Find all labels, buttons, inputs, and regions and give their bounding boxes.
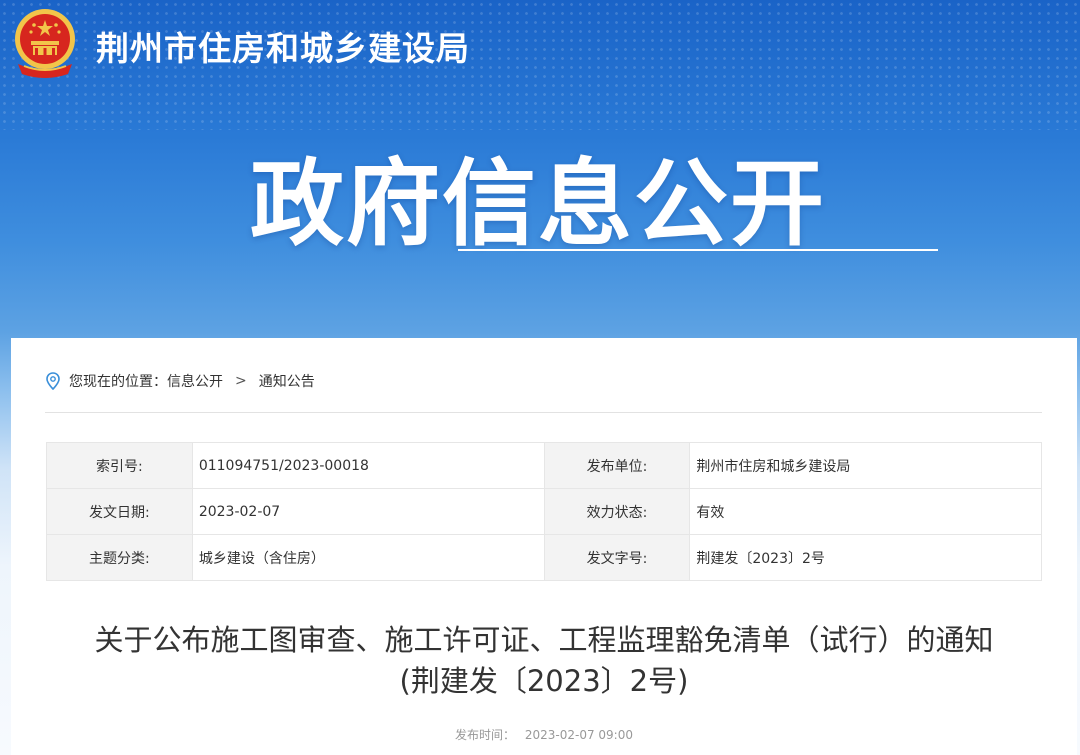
meta-key: 发布单位: [543,442,691,489]
publish-info: 发布时间： 2023-02-07 09:00 [11,726,1077,743]
document-meta-table: 索引号: 011094751/2023-00018 发布单位: 荆州市住房和城乡… [46,442,1042,581]
meta-value: 2023-02-07 [191,488,545,535]
location-pin-icon [46,372,60,390]
breadcrumb-item-info-public[interactable]: 信息公开 [167,371,223,391]
breadcrumb-item-notices[interactable]: 通知公告 [259,371,315,391]
article-title-line1: 关于公布施工图审查、施工许可证、工程监理豁免清单（试行）的通知 [94,623,994,657]
meta-value: 011094751/2023-00018 [191,442,545,489]
national-emblem-icon [15,9,75,78]
meta-key: 主题分类: [46,534,193,581]
article-title-line2: (荆建发〔2023〕2号) [399,664,689,698]
table-row: 主题分类: 城乡建设（含住房） 发文字号: 荆建发〔2023〕2号 [46,534,1042,581]
breadcrumb-divider [45,412,1042,413]
article-title: 关于公布施工图审查、施工许可证、工程监理豁免清单（试行）的通知 (荆建发〔202… [11,620,1077,702]
breadcrumb-separator: > [235,373,247,389]
meta-key: 索引号: [46,442,193,489]
meta-key: 效力状态: [543,488,691,535]
table-row: 索引号: 011094751/2023-00018 发布单位: 荆州市住房和城乡… [46,442,1042,489]
hero-title: 政府信息公开 [250,150,827,259]
breadcrumb-prefix: 您现在的位置： [69,374,167,390]
content-panel: 您现在的位置： 信息公开 > 通知公告 索引号: 011094751/2023-… [11,338,1077,755]
meta-value: 有效 [689,488,1042,535]
publish-label: 发布时间： [455,728,516,742]
hero-underline [458,249,938,251]
meta-key: 发文日期: [46,488,193,535]
table-row: 发文日期: 2023-02-07 效力状态: 有效 [46,488,1042,535]
meta-key: 发文字号: [543,534,691,581]
meta-value: 荆建发〔2023〕2号 [689,534,1042,581]
meta-value: 荆州市住房和城乡建设局 [689,442,1042,489]
breadcrumb: 您现在的位置： 信息公开 > 通知公告 [45,371,315,391]
meta-value: 城乡建设（含住房） [191,534,545,581]
site-name[interactable]: 荆州市住房和城乡建设局 [96,22,470,70]
publish-time: 2023-02-07 09:00 [524,728,633,742]
